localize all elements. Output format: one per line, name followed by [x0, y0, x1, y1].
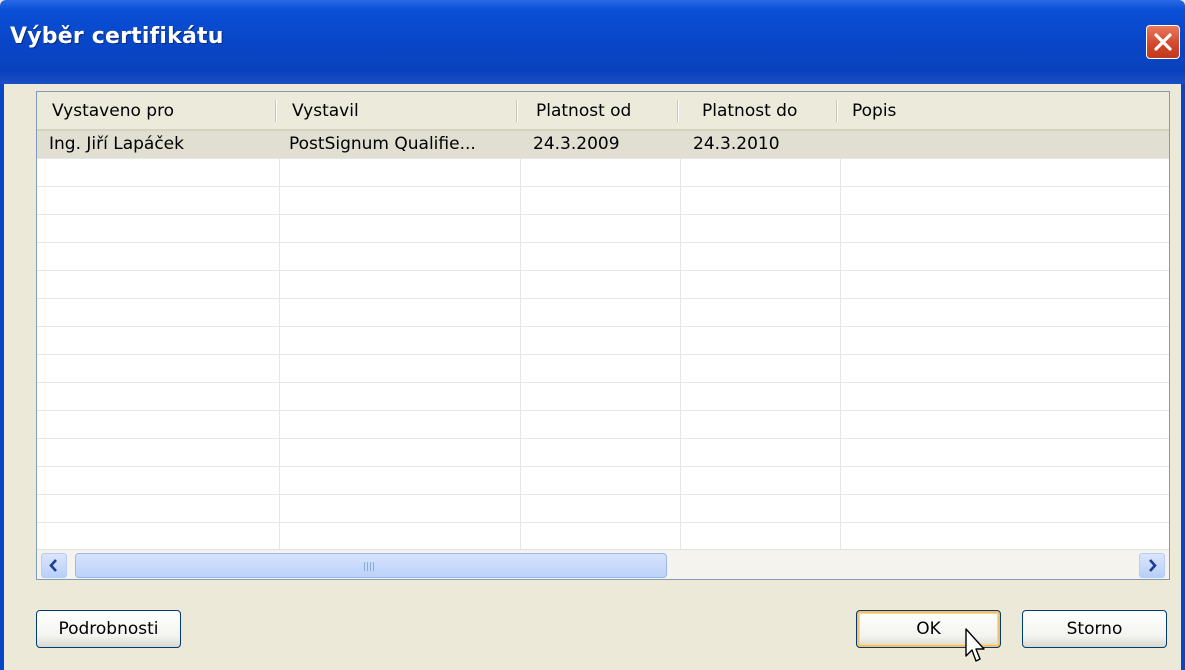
column-header-description[interactable]: Popis	[837, 92, 1169, 129]
column-header-issued-to[interactable]: Vystaveno pro	[37, 92, 277, 129]
empty-row	[37, 243, 1169, 271]
empty-row	[37, 271, 1169, 299]
cell-issuer: PostSignum Qualifie...	[289, 134, 476, 154]
title-bar: Výběr certifikátu	[0, 0, 1185, 84]
empty-row	[37, 411, 1169, 439]
cell-valid-from: 24.3.2009	[533, 134, 620, 154]
empty-row	[37, 495, 1169, 523]
empty-row	[37, 159, 1169, 187]
close-icon	[1154, 33, 1172, 51]
scroll-left-button[interactable]	[41, 553, 67, 578]
empty-row	[37, 439, 1169, 467]
empty-row	[37, 383, 1169, 411]
empty-row	[37, 523, 1169, 551]
grip-icon	[364, 562, 374, 571]
grid-line	[279, 159, 280, 549]
column-header-valid-from[interactable]: Platnost od	[521, 92, 681, 129]
close-button[interactable]	[1146, 25, 1180, 59]
cell-issued-to: Ing. Jiří Lapáček	[49, 134, 184, 154]
cell-valid-to: 24.3.2010	[693, 134, 780, 154]
chevron-right-icon	[1149, 559, 1157, 572]
table-row[interactable]: Ing. Jiří Lapáček PostSignum Qualifie...…	[37, 131, 1169, 159]
cancel-button[interactable]: Storno	[1022, 610, 1167, 648]
empty-row	[37, 355, 1169, 383]
horizontal-scrollbar[interactable]	[37, 549, 1169, 579]
empty-row	[37, 467, 1169, 495]
cell-description	[841, 131, 1169, 158]
scrollbar-thumb[interactable]	[75, 553, 667, 578]
column-header-valid-to[interactable]: Platnost do	[687, 92, 837, 129]
grid-line	[680, 159, 681, 549]
window-title: Výběr certifikátu	[10, 24, 224, 49]
certificate-list[interactable]: Vystaveno pro Vystavil Platnost od Platn…	[36, 91, 1170, 580]
scroll-right-button[interactable]	[1139, 553, 1165, 578]
empty-row	[37, 327, 1169, 355]
empty-row	[37, 187, 1169, 215]
grid-line	[840, 159, 841, 549]
empty-row	[37, 299, 1169, 327]
chevron-left-icon	[49, 559, 57, 572]
grid-line	[520, 159, 521, 549]
mouse-cursor-icon	[965, 628, 985, 662]
column-divider[interactable]	[516, 100, 518, 122]
list-header: Vystaveno pro Vystavil Platnost od Platn…	[37, 92, 1169, 131]
column-header-issuer[interactable]: Vystavil	[277, 92, 517, 129]
column-divider[interactable]	[677, 100, 679, 122]
empty-row	[37, 215, 1169, 243]
details-button[interactable]: Podrobnosti	[36, 610, 181, 648]
